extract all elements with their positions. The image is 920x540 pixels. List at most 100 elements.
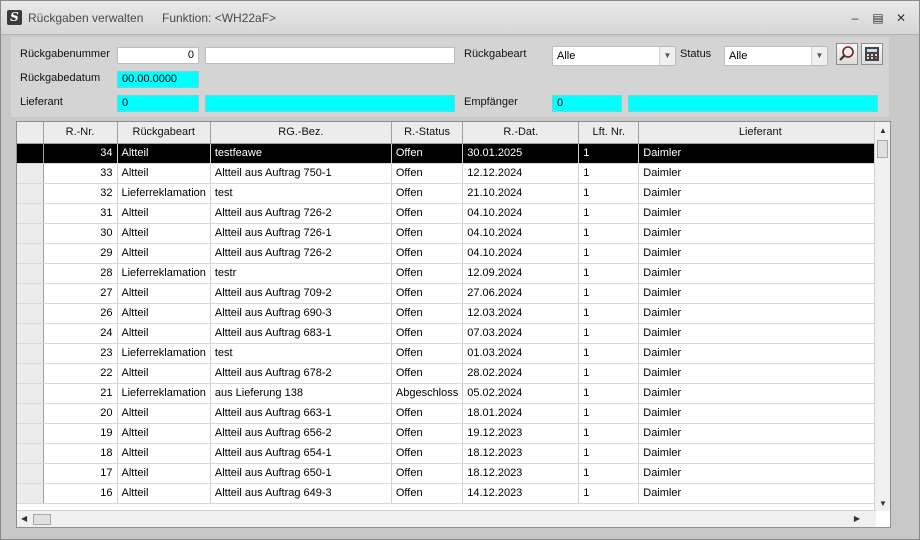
table-row[interactable]: 29 Altteil Altteil aus Auftrag 726-2 Offen 0… (17, 243, 883, 264)
table-cell: 1 (578, 163, 640, 184)
row-selector[interactable] (17, 483, 44, 504)
table-cell: Daimler (638, 363, 883, 384)
row-selector[interactable] (17, 343, 44, 364)
table-cell: Altteil (117, 403, 211, 424)
table-cell: Lieferreklamation (117, 263, 211, 284)
column-header[interactable]: R.-Nr. (43, 122, 118, 144)
table-row[interactable]: 32 Lieferreklamation test Offen 21.10.2024 1 D… (17, 183, 883, 204)
row-selector[interactable] (17, 323, 44, 344)
row-selector[interactable] (17, 183, 44, 204)
table-cell: Offen (391, 463, 464, 484)
table-cell: 1 (578, 243, 640, 264)
table-cell: 22 (43, 363, 118, 384)
rueckgabenummer-input[interactable]: 0 (117, 47, 199, 64)
table-cell: Altteil (117, 423, 211, 444)
vertical-scroll-thumb[interactable] (877, 140, 888, 158)
row-selector[interactable] (17, 243, 44, 264)
row-selector[interactable] (17, 383, 44, 404)
table-cell: 20 (43, 403, 118, 424)
lieferant-label: Lieferant (20, 96, 63, 108)
status-select[interactable]: Alle ▼ (724, 46, 828, 66)
table-row[interactable]: 31 Altteil Altteil aus Auftrag 726-2 Offen 0… (17, 203, 883, 224)
table-cell: Altteil aus Auftrag 650-1 (210, 463, 392, 484)
column-header[interactable]: R.-Dat. (462, 122, 580, 144)
table-row[interactable]: 22 Altteil Altteil aus Auftrag 678-2 Offen 2… (17, 363, 883, 384)
row-selector[interactable] (17, 423, 44, 444)
rueckgabenummer-text-input[interactable] (205, 47, 455, 64)
row-selector[interactable] (17, 203, 44, 224)
table-cell: Offen (391, 263, 464, 284)
vertical-scrollbar[interactable]: ▲ ▼ (874, 122, 890, 511)
row-selector[interactable] (17, 463, 44, 484)
table-cell: Altteil aus Auftrag 663-1 (210, 403, 392, 424)
table-row[interactable]: 27 Altteil Altteil aus Auftrag 709-2 Offen 2… (17, 283, 883, 304)
table-cell: 19.12.2023 (462, 423, 580, 444)
table-cell: 1 (578, 223, 640, 244)
table-cell: Altteil aus Auftrag 726-2 (210, 203, 392, 224)
chevron-down-icon[interactable]: ▼ (659, 47, 675, 65)
scroll-up-icon[interactable]: ▲ (879, 126, 887, 135)
rueckgabeart-select[interactable]: Alle ▼ (552, 46, 676, 66)
scroll-right-icon[interactable]: ▶ (854, 514, 860, 523)
table-cell: 01.03.2024 (462, 343, 580, 364)
table-cell: Altteil aus Auftrag 656-2 (210, 423, 392, 444)
scroll-left-icon[interactable]: ◀ (21, 514, 27, 523)
table-cell: 1 (578, 383, 640, 404)
table-row[interactable]: 34 Altteil testfeawe Offen 30.01.2025 1 Daimle… (17, 143, 883, 164)
calculator-icon (865, 47, 879, 61)
row-selector[interactable] (17, 263, 44, 284)
returns-grid: R.-Nr. Rückgabeart RG.-Bez. R.-Status R.… (17, 122, 883, 504)
row-selector[interactable] (17, 163, 44, 184)
row-selector[interactable] (17, 443, 44, 464)
column-header[interactable]: Rückgabeart (117, 122, 211, 144)
table-row[interactable]: 21 Lieferreklamation aus Lieferung 138 Abge… (17, 383, 883, 404)
chevron-down-icon[interactable]: ▼ (811, 47, 827, 65)
empfaenger-input[interactable]: 0 (552, 95, 622, 112)
row-selector[interactable] (17, 303, 44, 324)
table-row[interactable]: 33 Altteil Altteil aus Auftrag 750-1 Offen 1… (17, 163, 883, 184)
table-cell: Daimler (638, 303, 883, 324)
table-row[interactable]: 28 Lieferreklamation testr Offen 12.09.2024 1… (17, 263, 883, 284)
table-row[interactable]: 30 Altteil Altteil aus Auftrag 726-1 Offen 0… (17, 223, 883, 244)
table-cell: Altteil (117, 283, 211, 304)
table-row[interactable]: 23 Lieferreklamation test Offen 01.03.2024 1 D… (17, 343, 883, 364)
table-cell: 27.06.2024 (462, 283, 580, 304)
table-cell: 17 (43, 463, 118, 484)
calculator-button[interactable] (861, 43, 883, 65)
table-cell: Offen (391, 343, 464, 364)
table-cell: Altteil aus Auftrag 649-3 (210, 483, 392, 504)
table-row[interactable]: 18 Altteil Altteil aus Auftrag 654-1 Offen 1… (17, 443, 883, 464)
column-header[interactable]: RG.-Bez. (210, 122, 392, 144)
rueckgabedatum-input[interactable]: 00.00.0000 (117, 71, 199, 88)
table-cell: 1 (578, 183, 640, 204)
table-cell: Daimler (638, 343, 883, 364)
table-cell: Daimler (638, 183, 883, 204)
row-selector[interactable] (17, 143, 44, 164)
table-row[interactable]: 16 Altteil Altteil aus Auftrag 649-3 Offen 1… (17, 483, 883, 504)
lieferant-input[interactable]: 0 (117, 95, 199, 112)
column-header[interactable]: Lft. Nr. (578, 122, 640, 144)
horizontal-scrollbar[interactable]: ◀ ▶ (17, 510, 876, 527)
column-header[interactable]: R.-Status (391, 122, 464, 144)
table-cell: 12.09.2024 (462, 263, 580, 284)
table-row[interactable]: 17 Altteil Altteil aus Auftrag 650-1 Offen 1… (17, 463, 883, 484)
table-row[interactable]: 26 Altteil Altteil aus Auftrag 690-3 Offen 1… (17, 303, 883, 324)
scroll-down-icon[interactable]: ▼ (879, 499, 887, 508)
horizontal-scroll-thumb[interactable] (33, 514, 51, 525)
search-button[interactable] (836, 43, 858, 65)
table-row[interactable]: 19 Altteil Altteil aus Auftrag 656-2 Offen 1… (17, 423, 883, 444)
row-selector[interactable] (17, 283, 44, 304)
table-cell: 12.12.2024 (462, 163, 580, 184)
row-selector[interactable] (17, 403, 44, 424)
column-header[interactable]: Lieferant (638, 122, 883, 144)
minimize-icon[interactable]: – (847, 10, 863, 26)
table-cell: 27 (43, 283, 118, 304)
table-row[interactable]: 20 Altteil Altteil aus Auftrag 663-1 Offen 1… (17, 403, 883, 424)
table-cell: Daimler (638, 443, 883, 464)
table-row[interactable]: 24 Altteil Altteil aus Auftrag 683-1 Offen 0… (17, 323, 883, 344)
maximize-icon[interactable]: ▤ (870, 10, 886, 26)
row-selector[interactable] (17, 363, 44, 384)
row-selector[interactable] (17, 223, 44, 244)
table-cell: Altteil (117, 363, 211, 384)
close-icon[interactable]: ✕ (893, 10, 909, 26)
